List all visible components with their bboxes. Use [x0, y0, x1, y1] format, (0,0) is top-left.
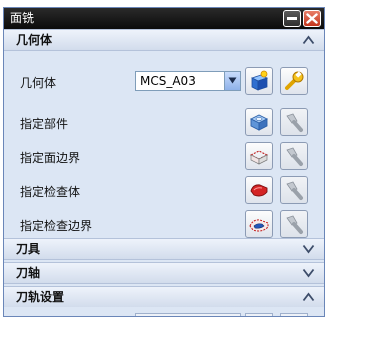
- part-body-icon: [249, 114, 269, 131]
- specify-face-boundary-label: 指定面边界: [20, 151, 81, 165]
- title-bar[interactable]: 面铣: [4, 8, 324, 29]
- check-body-icon: [250, 184, 268, 197]
- display-face-boundary-button[interactable]: [280, 142, 308, 170]
- specify-check-boundary-label: 指定检查边界: [20, 219, 93, 233]
- chevron-up-icon: [302, 292, 315, 302]
- cutoff-field: [135, 313, 241, 316]
- geometry-label: 几何体: [20, 76, 57, 90]
- flashlight-icon: [286, 113, 303, 132]
- flashlight-icon: [286, 215, 303, 234]
- section-header-path-settings[interactable]: 刀轨设置: [4, 286, 324, 308]
- select-check-boundary-button[interactable]: [245, 210, 273, 238]
- chevron-down-icon: [302, 268, 315, 278]
- cutoff-button: [280, 313, 308, 316]
- section-title-tool-axis: 刀轴: [16, 266, 41, 280]
- section-header-tool[interactable]: 刀具: [4, 238, 324, 260]
- geometry-section-body: 几何体 MCS_A03 指定部件 指定面边界 指定检查体 指定检查边界: [4, 51, 324, 238]
- display-check-boundary-button[interactable]: [280, 210, 308, 238]
- new-geometry-button[interactable]: [245, 67, 273, 95]
- wrench-icon: [285, 71, 304, 90]
- section-title-path-settings: 刀轨设置: [16, 290, 65, 304]
- edit-geometry-button[interactable]: [280, 67, 308, 95]
- display-part-button[interactable]: [280, 108, 308, 136]
- new-geometry-icon: [250, 70, 269, 91]
- face-boundary-icon: [249, 150, 269, 165]
- section-header-geometry[interactable]: 几何体: [4, 29, 324, 51]
- chevron-down-icon: [302, 244, 315, 254]
- dropdown-arrow[interactable]: [224, 72, 240, 90]
- cutoff-button: [245, 313, 273, 316]
- close-icon: [306, 13, 318, 24]
- flashlight-icon: [286, 181, 303, 200]
- section-title-geometry: 几何体: [16, 33, 53, 47]
- select-check-body-button[interactable]: [245, 176, 273, 204]
- minimize-button[interactable]: [283, 10, 301, 27]
- chevron-down-icon: [228, 77, 237, 84]
- close-button[interactable]: [303, 10, 321, 27]
- check-boundary-icon: [249, 219, 269, 232]
- select-part-button[interactable]: [245, 108, 273, 136]
- chevron-up-icon: [302, 35, 315, 45]
- display-check-body-button[interactable]: [280, 176, 308, 204]
- section-title-tool: 刀具: [16, 242, 41, 256]
- specify-part-label: 指定部件: [20, 117, 69, 131]
- window-title: 面铣: [10, 11, 35, 25]
- geometry-select[interactable]: MCS_A03: [135, 71, 241, 91]
- path-settings-body: [4, 307, 324, 316]
- geometry-select-value: MCS_A03: [140, 74, 196, 88]
- flashlight-icon: [286, 147, 303, 166]
- section-header-tool-axis[interactable]: 刀轴: [4, 262, 324, 284]
- select-face-boundary-button[interactable]: [245, 142, 273, 170]
- specify-check-body-label: 指定检查体: [20, 185, 81, 199]
- face-milling-dialog: 面铣 几何体 几何体 MCS_A03 指定部件 指定面边界 指定检查体 指定检查…: [3, 7, 325, 317]
